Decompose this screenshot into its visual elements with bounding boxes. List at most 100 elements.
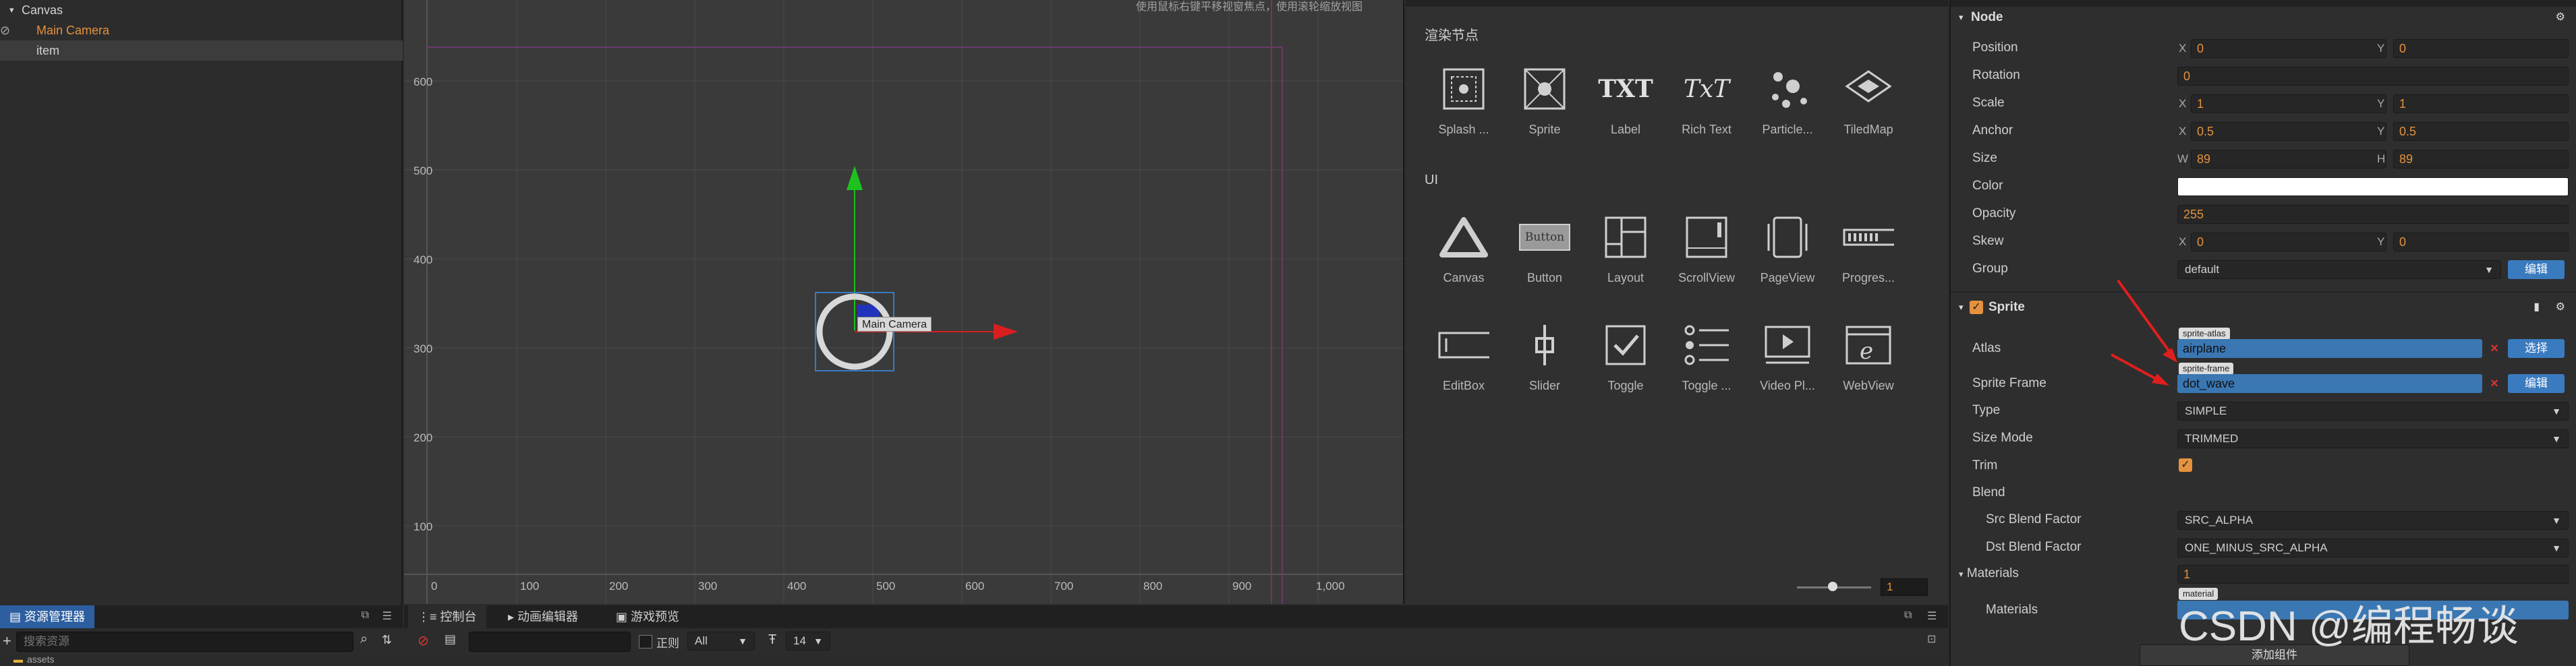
opacity-input[interactable]: 255: [2177, 205, 2569, 224]
popout-icon[interactable]: ⧉: [362, 609, 369, 622]
size-h-input[interactable]: 89: [2393, 150, 2569, 169]
anchor-y-input[interactable]: 0.5: [2393, 122, 2569, 141]
sprite-frame-edit-button[interactable]: 编辑: [2508, 374, 2565, 393]
add-icon[interactable]: +: [3, 632, 11, 650]
console-toolbar: ⊘ ▤ 正则 All ▼ Ŧ 14 ▼ ⊡: [404, 628, 1948, 655]
lib-item-particle[interactable]: Particle...: [1747, 57, 1828, 158]
menu-icon[interactable]: ☰: [382, 609, 392, 623]
clear-icon[interactable]: ×: [2486, 340, 2502, 357]
regex-label: 正则: [656, 637, 679, 650]
lib-item-slider[interactable]: Slider: [1504, 313, 1585, 414]
materials-header[interactable]: ▾ Materials: [1959, 566, 2019, 581]
scale-label: Scale: [1972, 96, 2005, 110]
assets-tree: ▬ assets: [0, 654, 403, 666]
tab-animation[interactable]: ▸ 动画编辑器: [498, 605, 588, 628]
font-size-icon: Ŧ: [768, 632, 777, 647]
trim-label: Trim: [1972, 458, 1998, 473]
lib-item-label: PageView: [1760, 271, 1815, 284]
canvas-icon: [1438, 212, 1489, 263]
lib-item-editbox[interactable]: EditBox: [1423, 313, 1504, 414]
clear-icon[interactable]: ×: [2486, 375, 2502, 392]
tab-game-preview[interactable]: ▣ 游戏预览: [606, 605, 689, 628]
lib-item-toggle[interactable]: Toggle: [1585, 313, 1666, 414]
node-library-panel: 渲染节点 Splash ... Sprite TXT Label TxT Ric…: [1406, 0, 1948, 604]
tree-node-main-camera[interactable]: ⊘ Main Camera: [0, 20, 403, 40]
menu-icon[interactable]: ☰: [1927, 609, 1937, 623]
popout-icon[interactable]: ⧉: [1904, 609, 1912, 622]
console-filter-input[interactable]: [469, 632, 631, 652]
lib-item-progressbar[interactable]: Progres...: [1828, 205, 1909, 306]
scale-x-input[interactable]: 1: [2191, 94, 2386, 113]
tab-assets[interactable]: ▤ 资源管理器: [0, 605, 95, 628]
lib-item-button[interactable]: Button Button: [1504, 205, 1585, 306]
tree-node-canvas[interactable]: ▾ Canvas: [0, 0, 403, 20]
group-edit-button[interactable]: 编辑: [2508, 260, 2565, 279]
annotation-arrows: [2111, 279, 2177, 386]
y-tick-label: 600: [413, 75, 433, 88]
group-select[interactable]: default ▼: [2177, 260, 2501, 279]
lib-item-label: Rich Text: [1682, 123, 1731, 136]
tab-console[interactable]: ⋮≡ 控制台: [408, 605, 486, 628]
frame-type-tag: sprite-frame: [2179, 363, 2234, 375]
log-file-icon[interactable]: ▤: [445, 632, 456, 646]
position-x-input[interactable]: 0: [2191, 39, 2386, 58]
node-section-header[interactable]: ▾ Node ⚙: [1951, 4, 2576, 31]
editbox-icon: [1438, 320, 1489, 371]
size-mode-label: Size Mode: [1972, 431, 2033, 445]
lib-item-sprite[interactable]: Sprite: [1504, 57, 1585, 158]
zoom-slider-handle[interactable]: [1828, 582, 1837, 591]
lib-item-label: WebView: [1843, 379, 1894, 392]
expand-arrow-icon[interactable]: ▾: [9, 0, 14, 20]
atlas-select-button[interactable]: 选择: [2508, 339, 2565, 358]
materials-count-input[interactable]: 1: [2177, 565, 2569, 584]
lib-item-pageview[interactable]: PageView: [1747, 205, 1828, 306]
tree-node-label: Canvas: [22, 3, 63, 17]
lib-item-videoplayer[interactable]: Video Pl...: [1747, 313, 1828, 414]
regex-checkbox[interactable]: [639, 635, 652, 648]
assets-item-label[interactable]: assets: [27, 654, 54, 665]
sprite-frame-asset-field[interactable]: dot_wave: [2177, 374, 2482, 393]
position-y-input[interactable]: 0: [2393, 39, 2569, 58]
rotation-input[interactable]: 0: [2177, 67, 2569, 86]
lib-item-togglegroup[interactable]: Toggle ...: [1666, 313, 1747, 414]
src-blend-select[interactable]: SRC_ALPHA ▼: [2177, 511, 2569, 530]
sprite-enabled-checkbox[interactable]: ✓: [1970, 301, 1983, 314]
lib-item-scrollview[interactable]: ScrollView: [1666, 205, 1747, 306]
trim-checkbox[interactable]: ✓: [2179, 458, 2192, 472]
scale-y-input[interactable]: 1: [2393, 94, 2569, 113]
anchor-x-input[interactable]: 0.5: [2191, 122, 2386, 141]
size-w-input[interactable]: 89: [2191, 150, 2386, 169]
lib-item-label[interactable]: TXT Label: [1585, 57, 1666, 158]
toggle-icon: [1600, 320, 1651, 371]
lib-item-tiledmap[interactable]: TiledMap: [1828, 57, 1909, 158]
sort-icon[interactable]: ⇅: [382, 633, 392, 647]
lib-item-canvas[interactable]: Canvas: [1423, 205, 1504, 306]
zoom-input[interactable]: 1: [1881, 578, 1928, 596]
book-icon[interactable]: ▮: [2534, 294, 2540, 321]
atlas-asset-field[interactable]: airplane: [2177, 339, 2482, 358]
gear-icon[interactable]: ⚙: [2556, 294, 2565, 321]
font-size-select[interactable]: 14 ▼: [786, 632, 830, 650]
x-tick-label: 500: [876, 580, 896, 593]
clear-icon[interactable]: ⊘: [418, 632, 429, 649]
assets-search-input[interactable]: [16, 632, 353, 652]
sprite-section-header[interactable]: ▾ ✓ Sprite ▮ ⚙: [1951, 294, 2576, 321]
x-tick-label: 200: [609, 580, 629, 593]
type-select[interactable]: SIMPLE ▼: [2177, 402, 2569, 421]
tree-node-item[interactable]: item: [0, 40, 403, 61]
size-mode-select[interactable]: TRIMMED ▼: [2177, 429, 2569, 448]
collapse-icon[interactable]: ⊡: [1927, 632, 1936, 646]
lib-item-layout[interactable]: Layout: [1585, 205, 1666, 306]
materials-item-label: Materials: [1986, 603, 2038, 617]
dst-blend-select[interactable]: ONE_MINUS_SRC_ALPHA ▼: [2177, 539, 2569, 557]
scene-view[interactable]: 使用鼠标右键平移视窗焦点，使用滚轮缩放视图 600 500 400 300 200 100…: [404, 0, 1404, 604]
log-level-select[interactable]: All ▼: [687, 632, 755, 650]
search-icon[interactable]: ⌕: [360, 632, 368, 647]
gear-icon[interactable]: ⚙: [2556, 4, 2565, 31]
skew-x-input[interactable]: 0: [2191, 233, 2386, 251]
skew-y-input[interactable]: 0: [2393, 233, 2569, 251]
lib-item-richtext[interactable]: TxT Rich Text: [1666, 57, 1747, 158]
lib-item-splash[interactable]: Splash ...: [1423, 57, 1504, 158]
lib-item-webview[interactable]: e WebView: [1828, 313, 1909, 414]
color-swatch[interactable]: [2177, 177, 2569, 196]
